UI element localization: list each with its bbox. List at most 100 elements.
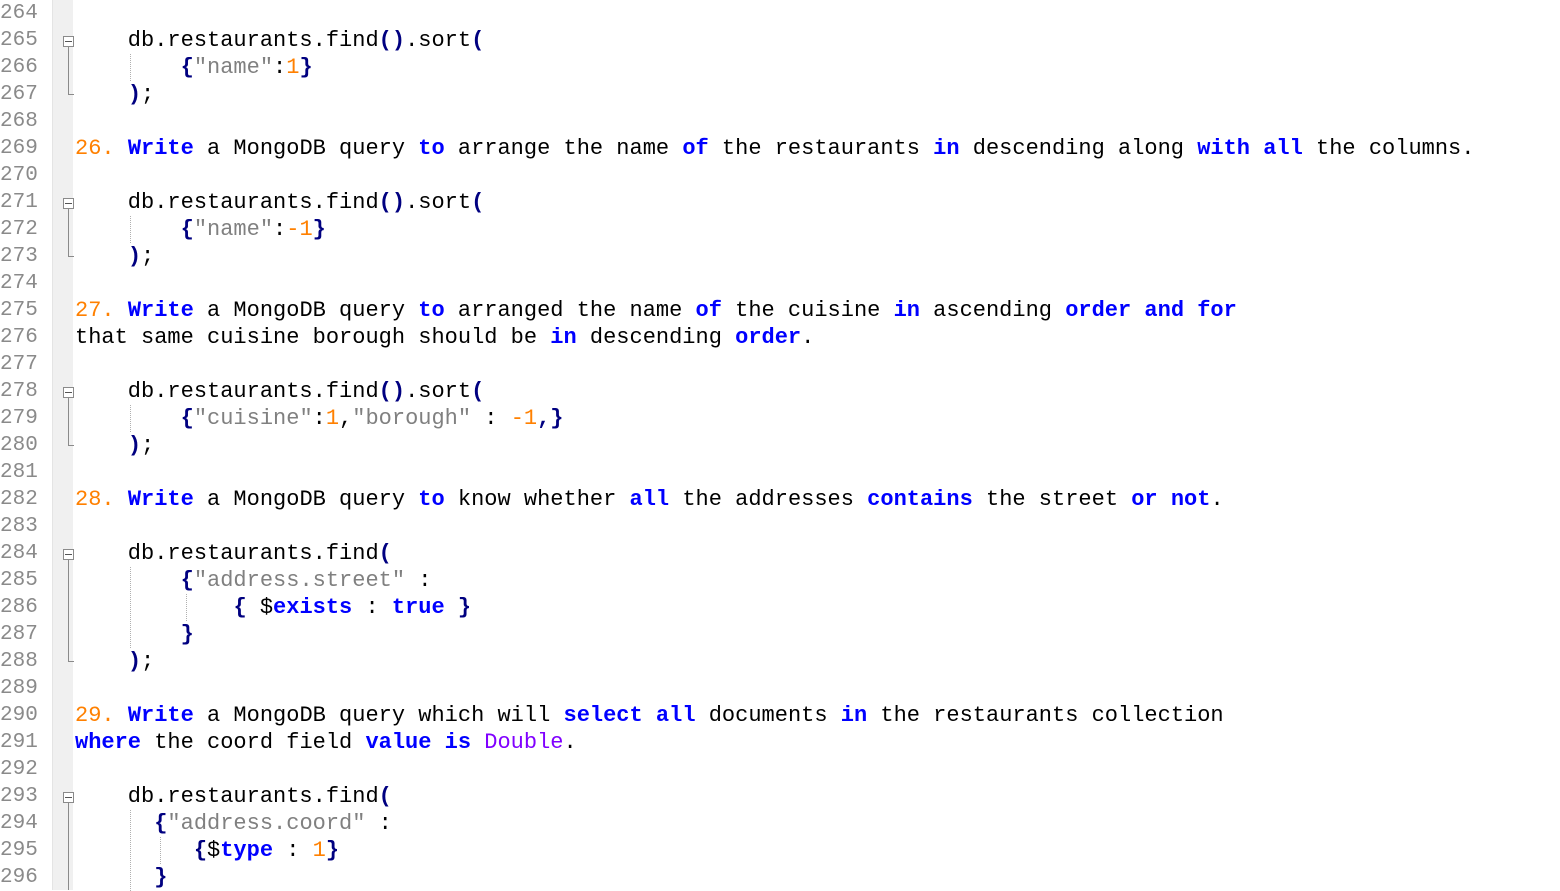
line-number: 285 [0, 569, 38, 592]
code-token: the restaurants [708, 136, 934, 161]
code-token: 1 [286, 55, 300, 80]
code-token: db.restaurants.find [75, 541, 379, 566]
fold-toggle-icon[interactable] [63, 198, 74, 209]
code-line: db.restaurants.find( [75, 783, 1560, 810]
code-token: order [735, 325, 802, 350]
code-token: 26. [75, 136, 115, 161]
code-token: 27. [75, 298, 115, 323]
code-line: ); [75, 81, 1560, 108]
line-number: 287 [0, 623, 38, 646]
code-token: arrange the name [444, 136, 683, 161]
code-token: Write [127, 487, 194, 512]
code-token: { [154, 811, 168, 836]
code-token: that same cuisine borough should be [75, 325, 551, 350]
fold-toggle-icon[interactable] [63, 549, 74, 560]
code-area[interactable]: db.restaurants.find().sort( {"name":1} )… [75, 0, 1560, 890]
code-editor[interactable]: 264 265 266 267 268 269 270 271 272 273 274 275 276 2… [0, 0, 1560, 891]
code-token: : [273, 55, 287, 80]
code-token: Write [127, 298, 194, 323]
code-token: is [444, 730, 472, 755]
code-token: know whether [444, 487, 630, 512]
code-token: the addresses [669, 487, 868, 512]
code-token: or [1131, 487, 1158, 512]
code-token: ( [471, 190, 485, 215]
fold-toggle-icon[interactable] [63, 792, 74, 803]
code-token: : [471, 406, 511, 431]
code-token: a MongoDB query [193, 487, 419, 512]
code-token: of [682, 136, 709, 161]
code-token: () [378, 379, 406, 404]
code-token: order [1065, 298, 1132, 323]
line-number: 275 [0, 299, 38, 322]
code-token: true [391, 595, 445, 620]
code-token: .sort [405, 28, 472, 53]
line-number: 296 [0, 866, 38, 889]
fold-range-line [68, 398, 69, 445]
code-token: and [1144, 298, 1185, 323]
fold-end-marker [68, 445, 74, 446]
line-number: 265 [0, 29, 38, 52]
code-token: documents [695, 703, 841, 728]
line-number: 269 [0, 137, 38, 160]
code-token: ; [141, 433, 155, 458]
code-token: all [1263, 136, 1303, 161]
code-token: { [180, 55, 194, 80]
code-line: {"name":1} [75, 54, 1560, 81]
code-line: db.restaurants.find().sort( [75, 189, 1560, 216]
code-token: select [563, 703, 643, 728]
line-number: 271 [0, 191, 38, 214]
line-number: 279 [0, 407, 38, 430]
line-number: 293 [0, 785, 38, 808]
code-line: } [75, 621, 1560, 648]
code-token: descending along [959, 136, 1198, 161]
code-token: : [273, 217, 287, 242]
code-token: 29. [75, 703, 115, 728]
fold-toggle-icon[interactable] [63, 387, 74, 398]
code-token: . [563, 730, 577, 755]
code-token: in [840, 703, 868, 728]
code-token: } [154, 865, 168, 890]
code-token: not [1170, 487, 1211, 512]
code-token: ; [141, 244, 155, 269]
code-token: ( [378, 784, 392, 809]
line-number: 292 [0, 758, 38, 781]
code-token: arranged the name [444, 298, 696, 323]
code-line: { $exists : true } [75, 594, 1560, 621]
code-line: {"name":-1} [75, 216, 1560, 243]
code-token: the columns. [1302, 136, 1475, 161]
code-line: {"address.street" : [75, 567, 1560, 594]
line-number: 294 [0, 812, 38, 835]
code-token: } [312, 217, 326, 242]
code-token: -1 [510, 406, 538, 431]
line-number: 290 [0, 704, 38, 727]
code-token: value [365, 730, 432, 755]
code-token: { [180, 568, 194, 593]
code-token: exists [273, 595, 353, 620]
code-token: Write [127, 703, 194, 728]
line-number-gutter: 264 265 266 267 268 269 270 271 272 273 274 275 276 2… [0, 0, 52, 890]
fold-toggle-icon[interactable] [63, 36, 74, 47]
code-line: 28. Write a MongoDB query to know whethe… [75, 486, 1560, 513]
code-line: ); [75, 432, 1560, 459]
code-token: "address.street" [193, 568, 406, 593]
code-token: in [933, 136, 960, 161]
code-token: ) [127, 82, 142, 107]
fold-end-marker [68, 94, 74, 95]
line-number: 267 [0, 83, 38, 106]
indent-guide [130, 567, 131, 648]
code-token: : [312, 406, 326, 431]
code-token: , [339, 406, 353, 431]
